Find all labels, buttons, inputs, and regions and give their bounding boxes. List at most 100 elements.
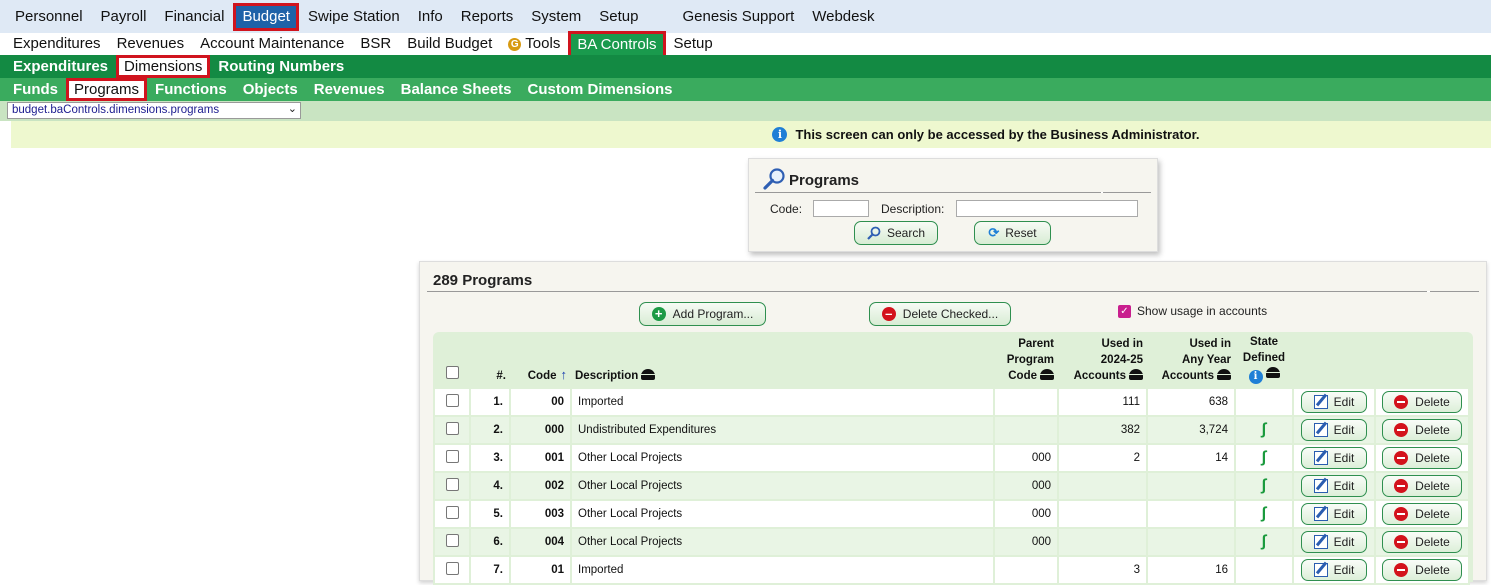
edit-button[interactable]: Edit <box>1301 559 1367 581</box>
nav3-routing-numbers[interactable]: Routing Numbers <box>210 56 352 77</box>
nav-budget[interactable]: Budget <box>233 2 299 31</box>
edit-button[interactable]: Edit <box>1301 503 1367 525</box>
nav4-custom-dimensions[interactable]: Custom Dimensions <box>520 79 681 100</box>
delete-button[interactable]: Delete <box>1382 475 1462 497</box>
row-used-any <box>1146 499 1236 529</box>
edit-button[interactable]: Edit <box>1301 447 1367 469</box>
subnav-tools[interactable]: G Tools <box>500 33 568 55</box>
subnav-setup[interactable]: Setup <box>666 33 721 55</box>
nav4-balance-sheets[interactable]: Balance Sheets <box>393 79 520 100</box>
sort-asc-icon: ↑ <box>560 367 568 382</box>
description-input[interactable] <box>956 200 1138 217</box>
nav-swipe-station[interactable]: Swipe Station <box>299 5 409 29</box>
delete-button[interactable]: Delete <box>1382 419 1462 441</box>
screen-selector-value: budget.baControls.dimensions.programs <box>12 104 220 116</box>
row-edit-cell: Edit <box>1292 555 1376 585</box>
edit-icon <box>1313 451 1328 465</box>
row-delete-cell: Delete <box>1374 443 1470 473</box>
show-usage-option[interactable]: ✓ Show usage in accounts <box>1118 304 1267 318</box>
nav4-funds[interactable]: Funds <box>5 79 66 100</box>
row-code: 01 <box>509 555 572 585</box>
row-description: Other Local Projects <box>570 527 995 557</box>
reset-button[interactable]: ⟳ Reset <box>974 221 1051 245</box>
used-any-header[interactable]: Used in Any Year Accounts <box>1147 332 1235 388</box>
nav4-functions[interactable]: Functions <box>147 79 235 100</box>
edit-button[interactable]: Edit <box>1301 419 1367 441</box>
search-button[interactable]: Search <box>854 221 938 245</box>
edit-icon <box>1313 563 1328 577</box>
subnav-account-maintenance[interactable]: Account Maintenance <box>192 33 352 55</box>
show-usage-checkbox[interactable]: ✓ <box>1118 304 1131 318</box>
info-icon[interactable]: i <box>1248 370 1263 384</box>
row-checkbox[interactable] <box>445 478 459 491</box>
nav4-programs[interactable]: Programs <box>66 78 148 101</box>
nav-financial[interactable]: Financial <box>155 5 233 29</box>
nav-webdesk[interactable]: Webdesk <box>803 5 883 29</box>
row-checkbox[interactable] <box>445 394 459 407</box>
row-checkbox[interactable] <box>445 506 459 519</box>
subnav-revenues[interactable]: Revenues <box>109 33 193 55</box>
row-number: 3. <box>469 443 511 473</box>
edit-column-header <box>1293 332 1375 388</box>
row-used-any <box>1146 471 1236 501</box>
delete-button[interactable]: Delete <box>1382 447 1462 469</box>
programs-table: #. Code ↑ Description Parent Program Code U… <box>433 332 1470 585</box>
description-header[interactable]: Description <box>571 332 994 388</box>
nav-system[interactable]: System <box>522 5 590 29</box>
row-used-any: 14 <box>1146 443 1236 473</box>
info-banner: i This screen can only be accessed by th… <box>11 121 1491 148</box>
nav-reports[interactable]: Reports <box>452 5 523 29</box>
used-year-header[interactable]: Used in 2024-25 Accounts <box>1058 332 1147 388</box>
row-checkbox[interactable] <box>445 450 459 463</box>
search-panel-divider-gap <box>1101 192 1103 193</box>
state-line1: State <box>1249 336 1279 348</box>
nav-setup[interactable]: Setup <box>590 5 647 29</box>
row-state-defined <box>1234 555 1294 585</box>
edit-button[interactable]: Edit <box>1301 475 1367 497</box>
table-row: 1. 00 Imported 111 638 Edit Delete <box>433 387 1470 417</box>
delete-checked-button[interactable]: – Delete Checked... <box>869 302 1011 326</box>
edit-button[interactable]: Edit <box>1301 391 1367 413</box>
state-line2: Defined <box>1242 352 1286 364</box>
nav-payroll[interactable]: Payroll <box>92 5 156 29</box>
edit-button-label: Edit <box>1333 563 1355 577</box>
delete-button[interactable]: Delete <box>1382 559 1462 581</box>
nav4-objects[interactable]: Objects <box>235 79 306 100</box>
select-all-checkbox[interactable] <box>446 366 459 379</box>
row-delete-cell: Delete <box>1374 387 1470 417</box>
subnav-build-budget[interactable]: Build Budget <box>399 33 500 55</box>
edit-button-label: Edit <box>1333 451 1355 465</box>
row-parent-code: 000 <box>993 443 1059 473</box>
nav3-dimensions[interactable]: Dimensions <box>116 55 211 78</box>
row-checkbox[interactable] <box>445 422 459 435</box>
delete-button[interactable]: Delete <box>1382 503 1462 525</box>
delete-button[interactable]: Delete <box>1382 531 1462 553</box>
row-code: 003 <box>509 499 572 529</box>
edit-icon <box>1313 535 1328 549</box>
screen-selector[interactable]: budget.baControls.dimensions.programs ⌄ <box>7 102 301 119</box>
row-checkbox[interactable] <box>445 534 459 547</box>
code-header[interactable]: Code ↑ <box>510 332 571 388</box>
delete-button-label: Delete <box>1415 535 1450 549</box>
edit-button[interactable]: Edit <box>1301 531 1367 553</box>
subnav-bsr[interactable]: BSR <box>352 33 399 55</box>
nav-personnel[interactable]: Personnel <box>6 5 92 29</box>
row-select-cell <box>433 499 471 529</box>
search-panel: Programs Code: Description: Search ⟳ Res… <box>748 158 1158 252</box>
subnav-expenditures[interactable]: Expenditures <box>5 33 109 55</box>
nav3-expenditures[interactable]: Expenditures <box>5 56 116 77</box>
add-program-button[interactable]: + Add Program... <box>639 302 766 326</box>
row-used-year: 3 <box>1057 555 1148 585</box>
nav-info[interactable]: Info <box>409 5 452 29</box>
code-input[interactable] <box>813 200 869 217</box>
description-header-label: Description <box>575 370 639 382</box>
row-used-any <box>1146 527 1236 557</box>
state-defined-header[interactable]: State Defined i <box>1235 332 1293 388</box>
nav-genesis-support[interactable]: Genesis Support <box>674 5 804 29</box>
row-used-any: 638 <box>1146 387 1236 417</box>
nav4-revenues[interactable]: Revenues <box>306 79 393 100</box>
delete-button[interactable]: Delete <box>1382 391 1462 413</box>
parent-code-header[interactable]: Parent Program Code <box>994 332 1058 388</box>
row-number: 4. <box>469 471 511 501</box>
edit-button-label: Edit <box>1333 535 1355 549</box>
